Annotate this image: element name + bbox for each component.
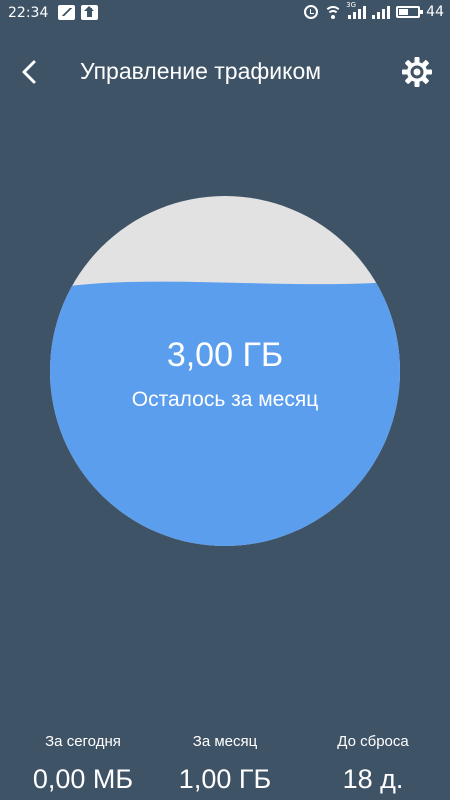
upload-icon	[81, 5, 98, 20]
back-arrow-icon	[22, 60, 36, 84]
alarm-icon	[304, 5, 319, 19]
stat-month: За месяц 1,00 ГБ	[150, 730, 300, 795]
traffic-stats: За сегодня 0,00 МБ За месяц 1,00 ГБ До с…	[0, 730, 450, 800]
stat-month-value: 1,00 ГБ	[178, 764, 272, 794]
traffic-gauge: 3,00 ГБ Осталось за месяц	[50, 196, 400, 546]
status-time: 22:34	[8, 5, 49, 21]
stat-reset-value: 18 д.	[342, 764, 404, 794]
battery-level: 44	[426, 4, 444, 20]
stat-month-label: За месяц	[192, 733, 258, 750]
stat-reset: До сброса 18 д.	[298, 730, 448, 795]
signal-icon-secondary	[372, 5, 391, 19]
remaining-traffic-caption: Осталось за месяц	[131, 388, 319, 411]
back-button[interactable]	[14, 56, 46, 88]
notification-icon	[58, 5, 75, 20]
status-notification-icons	[58, 5, 98, 20]
stat-today-value: 0,00 МБ	[32, 764, 134, 794]
stat-reset-label: До сброса	[337, 733, 409, 750]
page-title: Управление трафиком	[80, 58, 322, 84]
remaining-traffic-value: 3,00 ГБ	[166, 336, 284, 374]
settings-button[interactable]	[400, 55, 434, 89]
app-bar: Управление трафиком	[0, 44, 450, 100]
gear-icon	[402, 57, 432, 87]
status-bar: 22:34 3G 44	[0, 0, 450, 28]
battery-icon	[396, 6, 424, 18]
network-type-label: 3G	[346, 1, 357, 9]
wifi-icon	[324, 5, 343, 19]
gauge-water-fill	[50, 281, 400, 546]
signal-icon: 3G	[346, 1, 367, 19]
status-system-icons: 3G 44	[304, 1, 444, 20]
stat-today: За сегодня 0,00 МБ	[8, 730, 158, 795]
stat-today-label: За сегодня	[45, 733, 121, 750]
